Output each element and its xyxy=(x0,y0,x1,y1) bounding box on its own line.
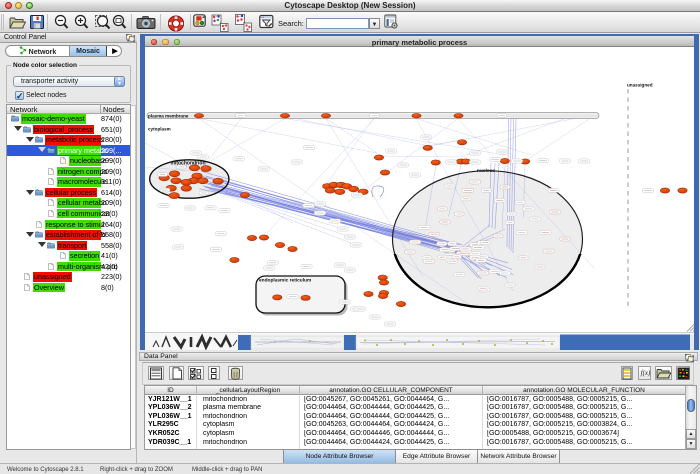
svg-text:plasma membrane: plasma membrane xyxy=(148,114,189,119)
svg-text:unassigned: unassigned xyxy=(627,83,653,88)
svg-text:endoplasmic reticulum: endoplasmic reticulum xyxy=(259,278,311,284)
svg-text:cytoplasm: cytoplasm xyxy=(148,127,171,132)
svg-text:nucleus: nucleus xyxy=(477,168,495,174)
